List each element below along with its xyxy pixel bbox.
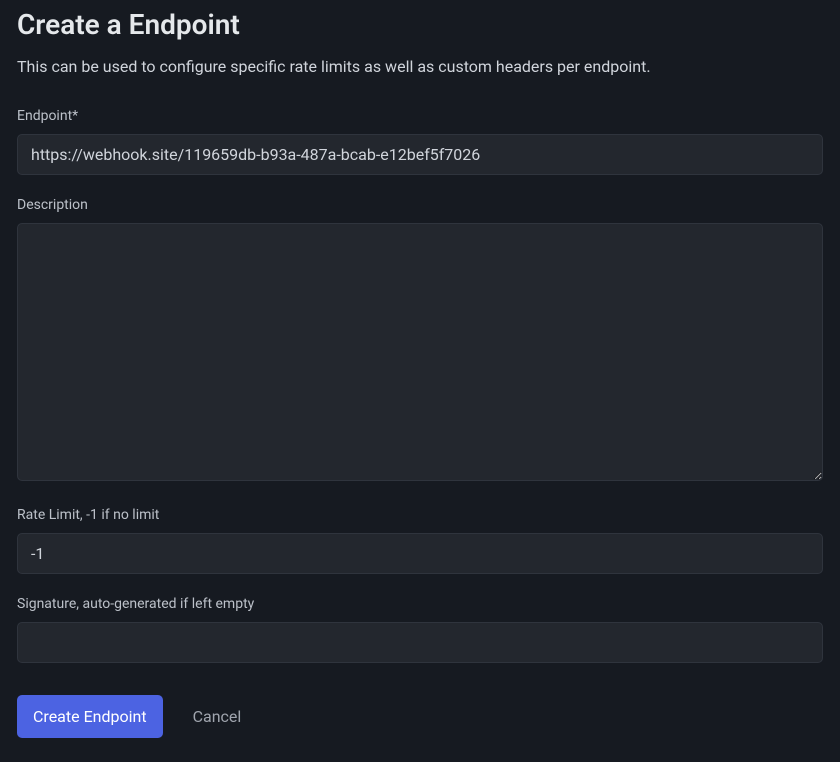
page-title: Create a Endpoint: [17, 8, 823, 41]
description-textarea[interactable]: [17, 223, 823, 481]
page-description: This can be used to configure specific r…: [17, 57, 823, 76]
signature-input[interactable]: [17, 622, 823, 663]
rate-limit-input[interactable]: [17, 533, 823, 574]
button-row: Create Endpoint Cancel: [17, 695, 823, 738]
description-label: Description: [17, 197, 823, 213]
rate-limit-field-group: Rate Limit, -1 if no limit: [17, 507, 823, 574]
signature-field-group: Signature, auto-generated if left empty: [17, 596, 823, 663]
cancel-button[interactable]: Cancel: [189, 697, 246, 736]
description-field-group: Description: [17, 197, 823, 485]
endpoint-field-group: Endpoint*: [17, 108, 823, 175]
rate-limit-label: Rate Limit, -1 if no limit: [17, 507, 823, 523]
create-endpoint-button[interactable]: Create Endpoint: [17, 695, 163, 738]
endpoint-input[interactable]: [17, 134, 823, 175]
signature-label: Signature, auto-generated if left empty: [17, 596, 823, 612]
endpoint-label: Endpoint*: [17, 108, 823, 124]
